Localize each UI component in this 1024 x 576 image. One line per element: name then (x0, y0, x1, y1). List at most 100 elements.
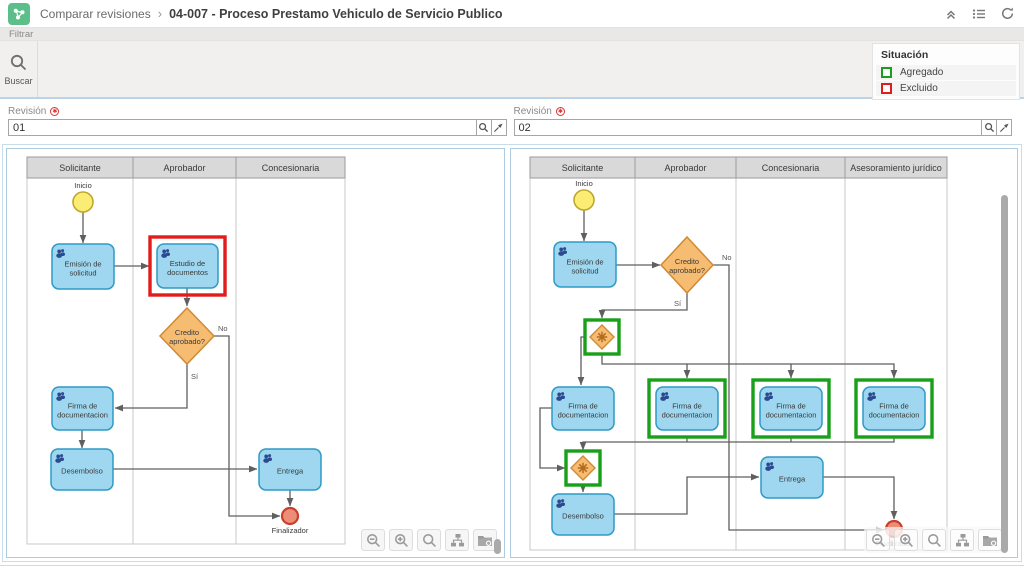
added-swatch-icon (881, 67, 892, 78)
diagram-fit-icon[interactable] (950, 529, 974, 551)
diagram-toolbar (864, 527, 1004, 553)
revision-label: Revisión (514, 105, 1013, 118)
legend-item-label: Agregado (900, 67, 943, 78)
filter-tab[interactable]: Filtrar (0, 28, 1024, 41)
diagram-label: Concesionaria (262, 163, 320, 173)
diagram-label: Emisión de (566, 258, 603, 267)
task-desembolso: Desembolso (552, 494, 614, 535)
diagram-canvas-left[interactable]: Solicitante Aprobador Concesionaria No Sí Ini… (6, 148, 505, 558)
zoom-out-icon[interactable] (866, 529, 890, 551)
search-icon (9, 53, 28, 74)
revision-lookup-icon[interactable] (477, 119, 492, 136)
diagram-label: Sí (674, 299, 682, 308)
refresh-icon[interactable] (998, 5, 1016, 23)
diagram-label: documentos (167, 268, 208, 277)
search-button-label: Buscar (4, 76, 32, 86)
required-icon (556, 107, 565, 116)
folder-settings-icon[interactable] (978, 529, 1002, 551)
revision-row: Revisión Revisión (0, 99, 1024, 142)
legend-item-label: Excluido (900, 83, 938, 94)
diagram-label: Credito (175, 328, 199, 337)
legend-title: Situación (876, 47, 1016, 64)
task-emisi-n-de-solicitud: Emisión desolicitud (554, 242, 616, 287)
diagram-label: Inicio (575, 179, 593, 188)
gateway-parallel (585, 320, 619, 354)
comparison-container: Solicitante Aprobador Concesionaria No Sí Ini… (2, 144, 1022, 562)
page-title: 04-007 - Proceso Prestamo Vehiculo de Se… (169, 7, 502, 21)
task-entrega: Entrega (259, 449, 321, 490)
diagram-label: Inicio (74, 181, 92, 190)
diagram-label: aprobado? (669, 266, 705, 275)
task-firma-de-documentacion: Firma dedocumentacion (52, 387, 113, 430)
diagram-label: solicitud (571, 267, 598, 276)
page-bottom-divider (0, 565, 1024, 566)
diagram-label: Finalizador (272, 526, 309, 535)
task-desembolso: Desembolso (51, 449, 113, 490)
diagram-label: Entrega (277, 467, 304, 476)
revision-clear-icon[interactable] (997, 119, 1012, 136)
filter-bar: Filtrar Buscar Situación Agregado Exclui… (0, 28, 1024, 99)
diagram-label: Firma de (568, 402, 598, 411)
diagram-label: Desembolso (61, 467, 103, 476)
bpmn-diagram: SolicitanteAprobadorConcesionariaAsesora… (511, 149, 1017, 557)
legend-item-agregado: Agregado (876, 65, 1016, 80)
revision-clear-icon[interactable] (492, 119, 507, 136)
zoom-reset-icon[interactable] (922, 529, 946, 551)
diagram-label: No (722, 253, 732, 262)
search-button[interactable]: Buscar (0, 41, 38, 97)
diagram-label: No (218, 324, 228, 333)
diagram-canvas-right[interactable]: SolicitanteAprobadorConcesionariaAsesora… (510, 148, 1018, 558)
lane-asesoramiento-jur-dico: Asesoramiento jurídico (845, 157, 947, 550)
zoom-in-icon[interactable] (389, 529, 413, 551)
diagram-label: Firma de (776, 402, 806, 411)
top-bar: Comparar revisiones › 04-007 - Proceso P… (0, 0, 1024, 28)
revision-input-left[interactable] (8, 119, 477, 136)
diagram-label: Sí (191, 372, 199, 381)
task-estudio-de-documentos: Estudio dedocumentos (150, 237, 225, 295)
zoom-reset-icon[interactable] (417, 529, 441, 551)
required-icon (50, 107, 59, 116)
zoom-in-icon[interactable] (894, 529, 918, 551)
diagram-label: Firma de (672, 402, 702, 411)
gateway-parallel (566, 451, 600, 485)
diagram-label: Asesoramiento jurídico (850, 163, 942, 173)
breadcrumb-separator-icon: › (158, 6, 162, 21)
diagram-label: Estudio de (170, 259, 205, 268)
revision-label: Revisión (8, 105, 507, 118)
header-actions (942, 5, 1016, 23)
legend-item-excluido: Excluido (876, 81, 1016, 96)
zoom-out-icon[interactable] (361, 529, 385, 551)
diagram-label: documentacion (662, 411, 713, 420)
task-firma-de-documentacion: Firma dedocumentacion (856, 380, 932, 437)
start-inicio: Inicio (574, 179, 594, 210)
complex-gateway-star-icon (578, 463, 588, 473)
revision-field-right: Revisión (514, 105, 1013, 136)
situation-legend: Situación Agregado Excluido (872, 43, 1020, 100)
diagram-label: Concesionaria (762, 163, 820, 173)
breadcrumb[interactable]: Comparar revisiones (40, 7, 151, 21)
diagram-fit-icon[interactable] (445, 529, 469, 551)
revision-lookup-icon[interactable] (982, 119, 997, 136)
excluded-swatch-icon (881, 83, 892, 94)
complex-gateway-star-icon (597, 332, 607, 342)
diagram-label: aprobado? (169, 337, 205, 346)
diagram-label: Aprobador (163, 163, 205, 173)
diagram-label: Emisión de (64, 260, 101, 269)
diagram-label: Solicitante (59, 163, 101, 173)
diagram-label: Credito (675, 257, 699, 266)
diagram-label: Desembolso (562, 512, 604, 521)
list-view-icon[interactable] (970, 5, 988, 23)
revision-field-left: Revisión (8, 105, 507, 136)
diagram-label: Aprobador (664, 163, 706, 173)
task-firma-de-documentacion: Firma dedocumentacion (753, 380, 829, 437)
diagram-label: documentacion (558, 411, 609, 420)
diagram-toolbar (359, 527, 499, 553)
bpmn-diagram: Solicitante Aprobador Concesionaria No Sí Ini… (7, 149, 504, 557)
revision-input-right[interactable] (514, 119, 983, 136)
collapse-icon[interactable] (942, 5, 960, 23)
vertical-scrollbar[interactable] (494, 539, 501, 554)
diagram-label: Firma de (879, 402, 909, 411)
diagram-label: documentacion (869, 411, 920, 420)
vertical-scrollbar[interactable] (1001, 195, 1008, 553)
task-firma-de-documentacion: Firma dedocumentacion (552, 387, 614, 430)
